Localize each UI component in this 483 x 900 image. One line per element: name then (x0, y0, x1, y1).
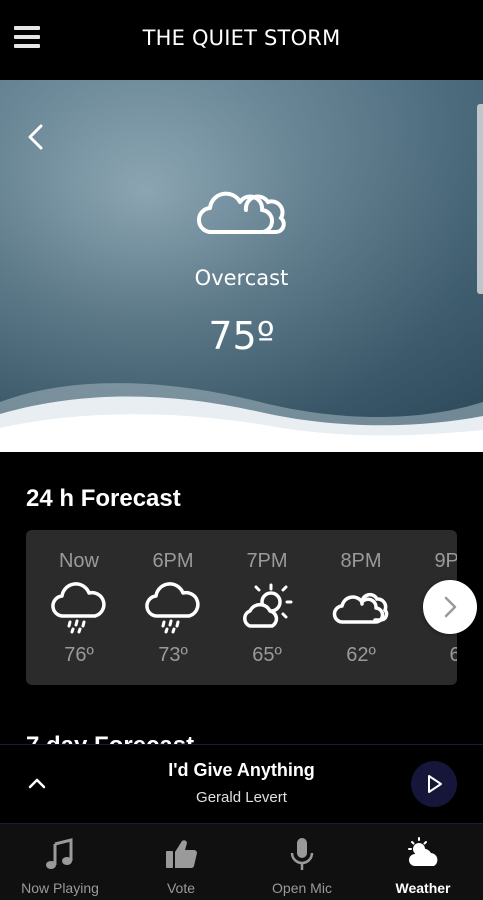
rain-icon (51, 582, 106, 634)
app-title: THE QUIET STORM (142, 26, 341, 50)
hour-time: Now (58, 550, 99, 572)
hour-temperature: 76º (64, 644, 94, 666)
nav-label: Weather (395, 880, 451, 896)
play-button[interactable] (411, 761, 457, 807)
hourly-forecast-card[interactable]: Now 76º 6PM 73º 7PM 65º 8PM 62º 9PM 6 (26, 530, 457, 685)
hour-temperature: 65º (252, 644, 282, 666)
nav-label: Now Playing (21, 880, 99, 896)
hourly-item: 6PM 73º (126, 530, 220, 685)
weather-icon (408, 837, 438, 866)
hour-time: 6PM (152, 550, 194, 572)
top-app-bar: THE QUIET STORM (0, 0, 483, 80)
hero-wave-divider (0, 383, 483, 452)
hour-time: 8PM (340, 550, 382, 572)
hourly-item: 7PM 65º (220, 530, 314, 685)
nav-label: Open Mic (272, 880, 332, 896)
chevron-right-icon (444, 596, 457, 618)
track-artist: Gerald Levert (196, 789, 287, 806)
cloudy-icon (196, 176, 288, 240)
cloudy-icon (332, 592, 389, 624)
nav-weather[interactable]: Weather (363, 824, 483, 900)
hourly-item: Now 76º (32, 530, 126, 685)
current-condition: Overcast (194, 266, 289, 290)
nav-vote[interactable]: Vote (121, 824, 241, 900)
hourly-item: 8PM 62º (314, 530, 408, 685)
nav-label: Vote (166, 880, 196, 896)
now-playing-bar[interactable]: I'd Give Anything Gerald Levert (0, 744, 483, 824)
current-weather-hero: Overcast 75º (0, 80, 483, 452)
bottom-navigation: Now Playing Vote Open Mic Weather (0, 824, 483, 900)
track-title: I'd Give Anything (168, 760, 315, 780)
thumbs-up-icon (166, 840, 197, 869)
hour-temperature: 73º (158, 644, 188, 666)
hour-temperature: 62º (346, 644, 376, 666)
music-note-icon (46, 838, 73, 869)
forecast-next-button[interactable] (423, 580, 477, 634)
rain-icon (145, 582, 200, 634)
nav-open-mic[interactable]: Open Mic (242, 824, 362, 900)
hour-time: 9PM (434, 550, 457, 572)
hour-time: 7PM (246, 550, 288, 572)
hour-temperature: 6 (449, 644, 457, 666)
microphone-icon (290, 838, 314, 870)
current-temperature: 75º (208, 314, 275, 358)
partly-sunny-icon (243, 583, 293, 628)
hourly-forecast-title: 24 h Forecast (26, 485, 181, 512)
play-icon (428, 775, 442, 793)
nav-now-playing[interactable]: Now Playing (0, 824, 120, 900)
back-arrow-icon[interactable] (22, 122, 52, 152)
